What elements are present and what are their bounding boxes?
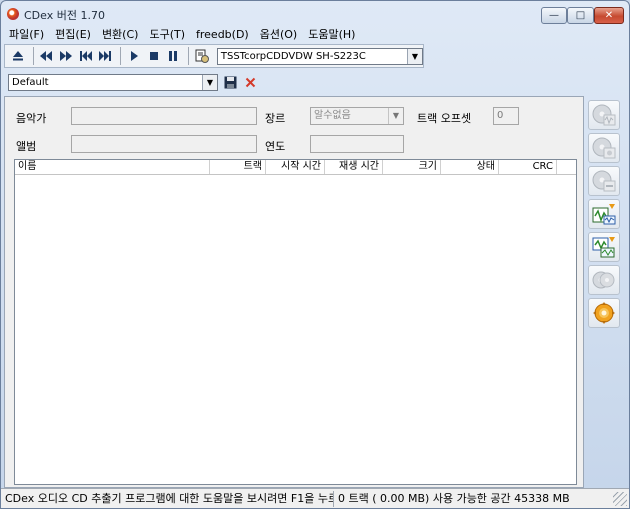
title-bar[interactable]: CDex 버전 1.70 — □ ✕ — [1, 1, 629, 24]
track-table-header: 이름 트랙 시작 시간 재생 시간 크기 상태 CRC — [15, 160, 576, 175]
rip-to-mp3-button[interactable] — [588, 133, 620, 163]
menu-file[interactable]: 파일(F) — [9, 26, 44, 42]
minimize-icon: — — [549, 10, 559, 21]
year-label: 연도 — [265, 140, 286, 153]
column-header-track[interactable]: 트랙 — [210, 160, 266, 174]
cd-info-button[interactable] — [193, 47, 211, 65]
pause-icon — [169, 51, 178, 61]
save-profile-button[interactable] — [222, 74, 238, 90]
maximize-icon: □ — [575, 10, 586, 21]
cd-toolbar: TSSTcorpCDDVDW SH-S223C ▼ — [4, 44, 424, 68]
settings-button[interactable] — [588, 298, 620, 328]
skip-back-button[interactable] — [77, 47, 95, 65]
menu-convert[interactable]: 변환(C) — [102, 26, 139, 42]
toolbar-separator — [120, 47, 122, 65]
artist-label: 음악가 — [16, 112, 47, 125]
delete-icon — [245, 77, 255, 87]
artist-field[interactable] — [71, 107, 257, 125]
column-header-start-time[interactable]: 시작 시간 — [266, 160, 325, 174]
window-title: CDex 버전 1.70 — [24, 9, 105, 22]
year-field[interactable] — [310, 135, 404, 153]
column-header-status[interactable]: 상태 — [441, 160, 499, 174]
eject-button[interactable] — [9, 47, 27, 65]
genre-select[interactable]: 알수없음 ▼ — [310, 107, 404, 125]
status-disk-info: 0 트랙 ( 0.00 MB) 사용 가능한 공간 45338 MB — [333, 490, 605, 507]
next-track-icon — [60, 51, 73, 61]
stop-icon — [149, 52, 158, 60]
toolbar-separator — [32, 47, 34, 65]
rip-to-wav-button[interactable] — [588, 100, 620, 130]
cd-player-button[interactable] — [588, 265, 620, 295]
rip-to-wav-icon — [592, 104, 616, 126]
close-button[interactable]: ✕ — [594, 7, 624, 24]
cd-player-icon — [592, 271, 615, 289]
drive-select[interactable]: TSSTcorpCDDVDW SH-S223C ▼ — [216, 47, 423, 65]
album-label: 앨범 — [16, 140, 37, 153]
close-icon: ✕ — [604, 10, 614, 21]
profile-bar: Default ▼ — [4, 69, 628, 95]
cdex-app-icon — [7, 8, 19, 20]
save-icon — [224, 76, 236, 88]
rip-to-mp3-icon — [592, 137, 616, 159]
cd-info-icon — [195, 49, 210, 63]
skip-forward-button[interactable] — [97, 47, 115, 65]
rip-partial-button[interactable] — [588, 166, 620, 196]
play-button[interactable] — [125, 47, 143, 65]
delete-profile-button[interactable] — [242, 74, 258, 90]
album-field[interactable] — [71, 135, 257, 153]
status-bar: CDex 오디오 CD 추출기 프로그램에 대한 도움말을 보시려면 F1을 누… — [1, 488, 629, 508]
app-window: CDex 버전 1.70 — □ ✕ 파일(F) 편집(E) 변환(C) 도구(… — [0, 0, 630, 509]
convert-wav-icon — [592, 204, 616, 225]
convert-encoded-icon — [592, 237, 615, 258]
profile-select-value: Default — [12, 76, 49, 88]
chevron-down-icon: ▼ — [202, 74, 217, 90]
profile-select[interactable]: Default ▼ — [8, 73, 218, 91]
menu-freedb[interactable]: freedb(D) — [196, 28, 249, 41]
eject-icon — [12, 51, 23, 61]
resize-grip-icon[interactable] — [613, 491, 627, 506]
main-panel: 음악가 장르 알수없음 ▼ 트랙 오프셋 0 앨범 연도 이름 트랙 시작 시간… — [4, 96, 584, 488]
column-header-play-time[interactable]: 재생 시간 — [325, 160, 383, 174]
genre-label: 장르 — [265, 112, 286, 125]
track-offset-field[interactable]: 0 — [493, 107, 519, 125]
rip-partial-icon — [592, 170, 616, 192]
menu-help[interactable]: 도움말(H) — [308, 26, 355, 42]
status-help-text: CDex 오디오 CD 추출기 프로그램에 대한 도움말을 보시려면 F1을 누… — [5, 491, 333, 505]
minimize-button[interactable]: — — [541, 7, 567, 24]
menu-options[interactable]: 옵션(O) — [260, 26, 297, 42]
chevron-down-icon: ▼ — [406, 48, 422, 64]
pause-button[interactable] — [165, 47, 183, 65]
column-header-crc[interactable]: CRC — [499, 160, 557, 174]
skip-forward-icon — [99, 51, 112, 61]
drive-select-value: TSSTcorpCDDVDW SH-S223C — [220, 50, 366, 62]
column-header-size[interactable]: 크기 — [383, 160, 441, 174]
track-offset-label: 트랙 오프셋 — [417, 112, 472, 125]
convert-encoded-button[interactable] — [588, 232, 620, 262]
settings-icon — [593, 302, 615, 324]
track-table[interactable]: 이름 트랙 시작 시간 재생 시간 크기 상태 CRC — [14, 159, 577, 485]
menu-bar: 파일(F) 편집(E) 변환(C) 도구(T) freedb(D) 옵션(O) … — [3, 25, 627, 43]
stop-button[interactable] — [145, 47, 163, 65]
play-icon — [131, 51, 139, 61]
column-header-name[interactable]: 이름 — [15, 160, 210, 174]
previous-track-icon — [40, 51, 53, 61]
skip-back-icon — [79, 51, 92, 61]
convert-wav-button[interactable] — [588, 199, 620, 229]
menu-tools[interactable]: 도구(T) — [149, 26, 185, 42]
chevron-down-icon: ▼ — [388, 108, 403, 124]
previous-track-button[interactable] — [38, 47, 56, 65]
next-track-button[interactable] — [57, 47, 75, 65]
genre-select-value: 알수없음 — [314, 110, 351, 121]
maximize-button[interactable]: □ — [567, 7, 594, 24]
menu-edit[interactable]: 편집(E) — [55, 26, 91, 42]
action-sidebar — [588, 100, 624, 350]
toolbar-separator — [188, 47, 190, 65]
